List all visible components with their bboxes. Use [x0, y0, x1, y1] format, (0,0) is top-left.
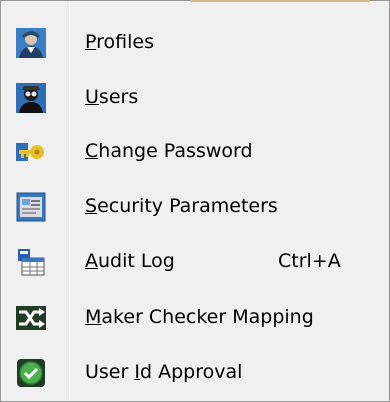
menu-item-label: Audit Log — [85, 250, 175, 272]
shuffle-icon — [16, 303, 46, 333]
menu-item-label: Security Parameters — [85, 195, 278, 217]
menu-item-label: Change Password — [85, 140, 253, 162]
menu-item-user-id-approval[interactable]: User Id Approval — [3, 346, 387, 398]
users-icon — [16, 83, 46, 113]
menu-item-label: Profiles — [85, 31, 154, 53]
menu-item-label: Maker Checker Mapping — [85, 306, 314, 328]
profile-icon — [16, 28, 46, 58]
menu-item-users[interactable]: Users — [3, 71, 387, 123]
menu-item-security-parameters[interactable]: Security Parameters — [3, 180, 387, 232]
key-icon — [16, 137, 46, 167]
approval-check-icon — [16, 358, 46, 388]
menu-item-profiles[interactable]: Profiles — [3, 16, 387, 68]
menu-item-label: Users — [85, 86, 139, 108]
context-menu: Profiles Users Change Password Security … — [0, 0, 390, 402]
menu-item-audit-log[interactable]: Audit Log Ctrl+A — [3, 235, 387, 287]
security-params-icon — [16, 192, 46, 222]
menu-item-label: User Id Approval — [85, 361, 243, 383]
menu-item-change-password[interactable]: Change Password — [3, 125, 387, 177]
menu-item-maker-checker-mapping[interactable]: Maker Checker Mapping — [3, 291, 387, 343]
audit-log-icon — [16, 247, 46, 277]
menu-item-shortcut: Ctrl+A — [278, 250, 341, 272]
